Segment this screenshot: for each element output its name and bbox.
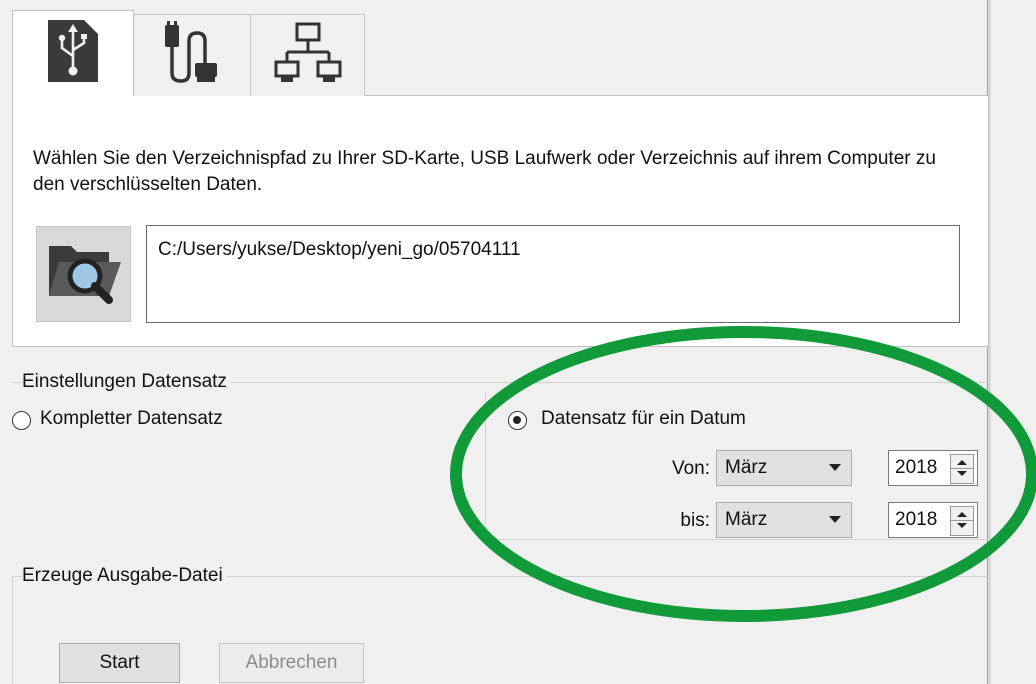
browse-folder-button[interactable]: [36, 226, 131, 322]
spin-up-icon[interactable]: [957, 512, 967, 517]
spin-up-icon[interactable]: [957, 460, 967, 465]
from-year-value: 2018: [895, 457, 938, 478]
folder-search-icon: [43, 232, 125, 316]
cancel-button[interactable]: Abbrechen: [219, 643, 364, 683]
sd-card-usb-icon: [44, 16, 102, 92]
from-month-select[interactable]: März: [716, 450, 852, 486]
spin-down-icon[interactable]: [957, 523, 967, 528]
cable-icon: [157, 20, 227, 91]
spin-down-icon[interactable]: [957, 471, 967, 476]
directory-path-field[interactable]: C:/Users/yukse/Desktop/yeni_go/05704111: [146, 225, 960, 323]
network-icon: [273, 22, 343, 90]
dropdown-arrow-icon: [829, 464, 841, 471]
dropdown-arrow-icon: [829, 516, 841, 523]
to-month-value: März: [725, 509, 768, 530]
radio-date-dataset-label[interactable]: Datensatz für ein Datum: [541, 408, 746, 430]
spin-buttons[interactable]: [950, 506, 974, 536]
tab-network[interactable]: [250, 14, 365, 96]
radio-complete-dataset-label[interactable]: Kompletter Datensatz: [40, 408, 223, 430]
tab-cable[interactable]: [133, 14, 251, 96]
tab-sd-card-usb[interactable]: [12, 10, 134, 96]
source-description: Wählen Sie den Verzeichnispfad zu Ihrer …: [33, 148, 936, 195]
settings-group-title: Einstellungen Datensatz: [22, 371, 231, 393]
spin-buttons[interactable]: [950, 454, 974, 484]
to-label: bis:: [680, 510, 710, 531]
to-year-value: 2018: [895, 509, 938, 530]
radio-complete-dataset[interactable]: [12, 411, 31, 430]
from-label: Von:: [671, 458, 710, 479]
to-month-select[interactable]: März: [716, 502, 852, 538]
radio-date-dataset[interactable]: [508, 411, 527, 430]
from-month-value: März: [725, 457, 768, 478]
from-year-spinbox[interactable]: 2018: [888, 450, 978, 486]
start-button[interactable]: Start: [59, 643, 180, 683]
to-year-spinbox[interactable]: 2018: [888, 502, 978, 538]
output-group-title: Erzeuge Ausgabe-Datei: [22, 565, 227, 587]
